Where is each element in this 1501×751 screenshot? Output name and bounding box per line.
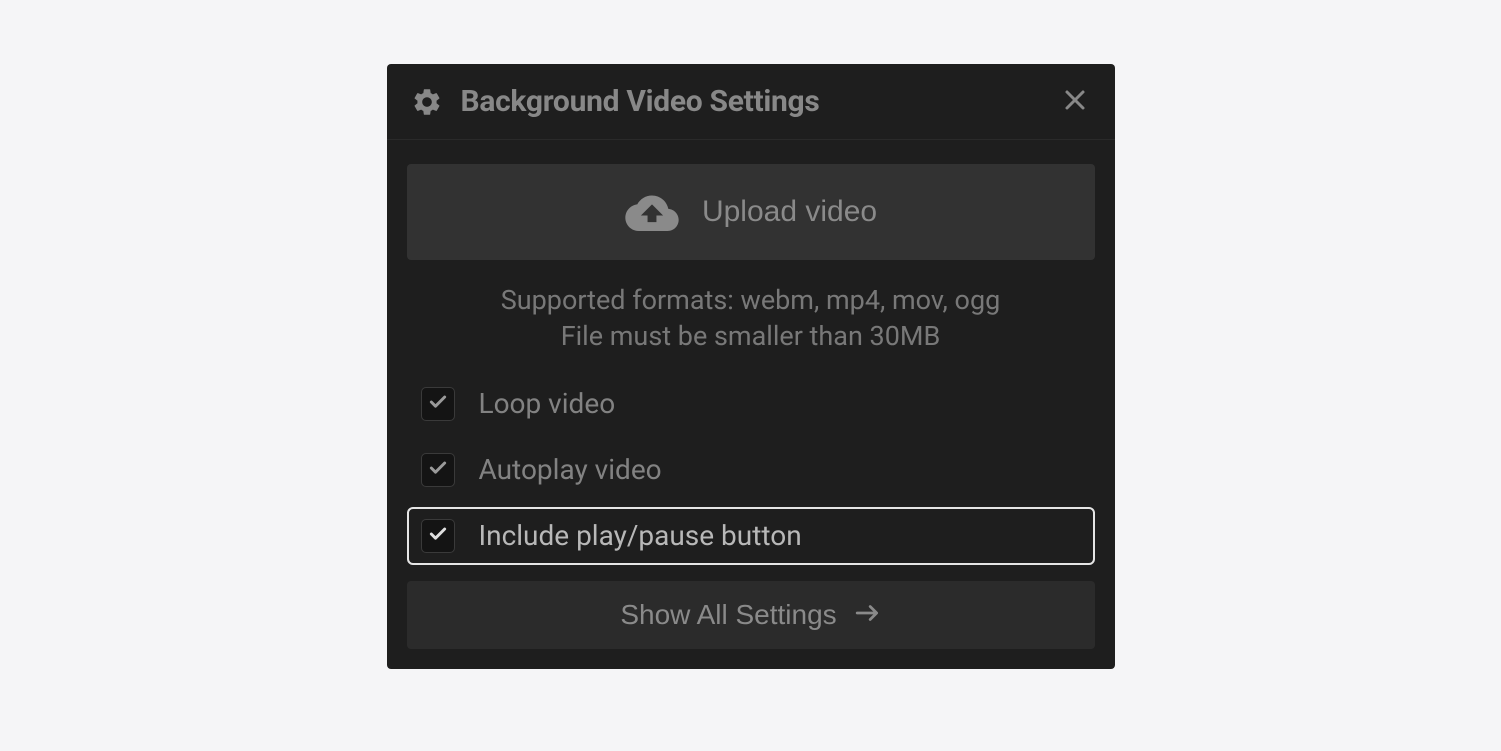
autoplay-video-option[interactable]: Autoplay video bbox=[407, 441, 1095, 499]
loop-video-checkbox[interactable] bbox=[421, 387, 455, 421]
help-text-line-2: File must be smaller than 30MB bbox=[407, 318, 1095, 354]
cloud-upload-icon bbox=[624, 191, 680, 234]
loop-video-option[interactable]: Loop video bbox=[407, 375, 1095, 433]
arrow-right-icon bbox=[855, 603, 881, 626]
show-all-settings-label: Show All Settings bbox=[620, 599, 836, 631]
help-text: Supported formats: webm, mp4, mov, ogg F… bbox=[407, 282, 1095, 355]
loop-video-label: Loop video bbox=[479, 387, 616, 420]
include-play-pause-checkbox[interactable] bbox=[421, 519, 455, 553]
upload-video-button[interactable]: Upload video bbox=[407, 164, 1095, 260]
include-play-pause-option[interactable]: Include play/pause button bbox=[407, 507, 1095, 565]
autoplay-video-checkbox[interactable] bbox=[421, 453, 455, 487]
close-button[interactable] bbox=[1059, 86, 1091, 118]
check-icon bbox=[428, 524, 448, 548]
close-icon bbox=[1063, 88, 1087, 116]
panel-header: Background Video Settings bbox=[387, 64, 1115, 140]
panel-body: Upload video Supported formats: webm, mp… bbox=[387, 140, 1115, 669]
upload-video-label: Upload video bbox=[702, 195, 877, 229]
check-icon bbox=[428, 392, 448, 416]
include-play-pause-label: Include play/pause button bbox=[479, 519, 802, 552]
background-video-settings-panel: Background Video Settings Upload video S… bbox=[387, 64, 1115, 669]
autoplay-video-label: Autoplay video bbox=[479, 453, 662, 486]
panel-title: Background Video Settings bbox=[461, 84, 1059, 119]
help-text-line-1: Supported formats: webm, mp4, mov, ogg bbox=[407, 282, 1095, 318]
gear-icon bbox=[411, 86, 443, 118]
show-all-settings-button[interactable]: Show All Settings bbox=[407, 581, 1095, 649]
check-icon bbox=[428, 458, 448, 482]
